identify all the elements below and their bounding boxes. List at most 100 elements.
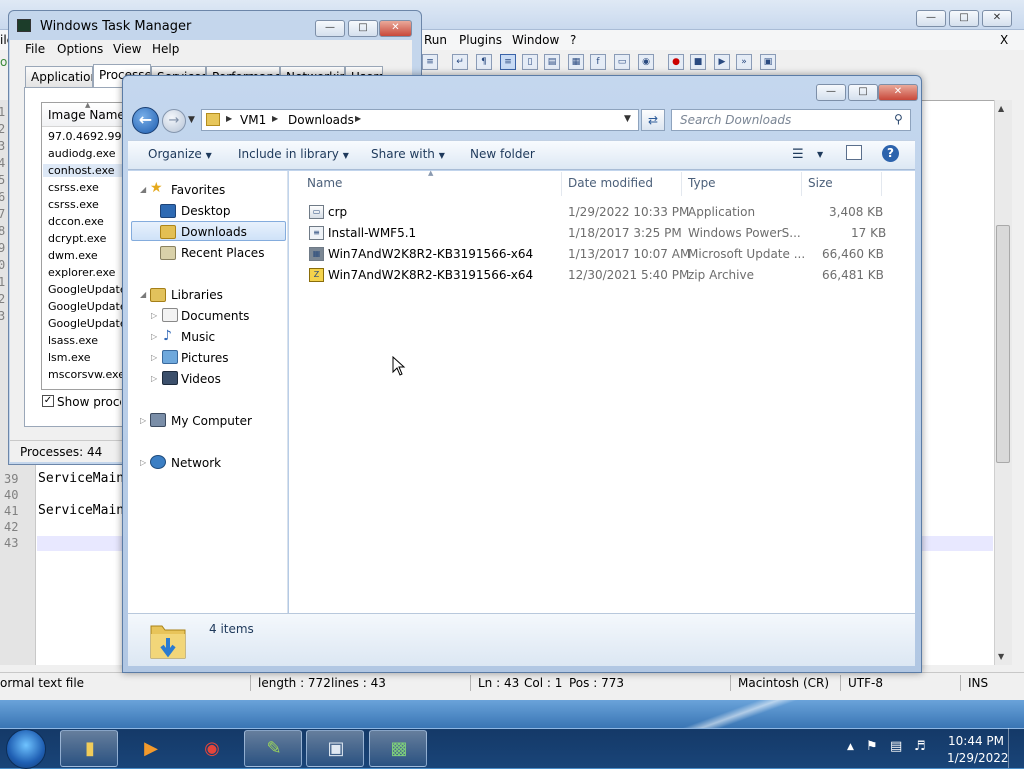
tm-menu-view[interactable]: View [113,42,141,56]
nav-videos[interactable]: Videos [181,372,221,386]
column-header-size[interactable]: Size [808,176,833,190]
process-row[interactable]: csrss.exe [48,181,99,194]
nav-pictures[interactable]: Pictures [181,351,229,365]
scroll-down-arrow-icon[interactable]: ▼ [998,652,1004,661]
file-name[interactable]: Install-WMF5.1 [328,226,416,240]
clock-date[interactable]: 1/29/2022 [947,751,1009,765]
file-name[interactable]: Win7AndW2K8R2-KB3191566-x64 [328,247,533,261]
clock-time[interactable]: 10:44 PM [948,734,1004,748]
column-header-date-modified[interactable]: Date modified [568,176,653,190]
search-box[interactable]: Search Downloads ⚲ [671,109,911,131]
taskbar-task-manager-button[interactable]: ▩ [369,730,427,767]
record-macro-icon[interactable]: ● [668,54,684,70]
show-desktop-button[interactable] [1008,728,1024,768]
process-row[interactable]: lsm.exe [48,351,91,364]
doc-map-icon[interactable]: ▤ [544,54,560,70]
expand-arrow-icon[interactable]: ▷ [140,458,146,467]
folder-icon[interactable]: ▯ [522,54,538,70]
play-multiple-icon[interactable]: » [736,54,752,70]
search-icon[interactable]: ⚲ [894,112,903,126]
tm-menu-options[interactable]: Options [57,42,103,56]
npp-menu-help[interactable]: ? [570,33,576,47]
collapse-arrow-icon[interactable]: ◢ [140,185,146,194]
tm-minimize-button[interactable]: — [315,20,345,37]
indent-guide-icon[interactable]: ≡ [500,54,516,70]
breadcrumb-downloads[interactable]: Downloads [288,113,354,127]
organize-button[interactable]: Organize ▼ [148,147,212,161]
file-name[interactable]: Win7AndW2K8R2-KB3191566-x64 [328,268,533,282]
taskbar-notepadpp-button[interactable]: ✎ [244,730,302,767]
back-arrow-icon[interactable]: ← [132,107,159,134]
ex-minimize-button[interactable]: — [816,84,846,101]
taskbar-explorer-button[interactable]: ▮ [60,730,118,767]
process-row[interactable]: dwm.exe [48,249,98,262]
play-macro-icon[interactable]: ▶ [714,54,730,70]
stop-macro-icon[interactable]: ■ [690,54,706,70]
volume-icon[interactable]: ♬ [914,739,926,754]
show-hidden-icons-icon[interactable]: ▲ [847,742,854,752]
help-icon[interactable]: ? [882,145,899,162]
expand-arrow-icon[interactable]: ▷ [151,353,157,362]
indent-icon[interactable]: ≡ [422,54,438,70]
nav-downloads[interactable]: Downloads [181,225,247,239]
npp-scroll-thumb[interactable] [996,225,1010,463]
nav-documents[interactable]: Documents [181,309,249,323]
collapse-arrow-icon[interactable]: ◢ [140,290,146,299]
doc-list-icon[interactable]: ▦ [568,54,584,70]
breadcrumb-separator-icon[interactable]: ▶ [226,114,232,123]
nav-desktop[interactable]: Desktop [181,204,231,218]
view-dropdown-icon[interactable]: ▼ [817,150,823,159]
tm-menu-help[interactable]: Help [152,42,179,56]
preview-pane-icon[interactable] [846,145,862,160]
tm-close-button[interactable]: ✕ [379,20,412,37]
action-center-icon[interactable]: ⚑ [866,739,878,754]
pilcrow-icon[interactable]: ¶ [476,54,492,70]
include-in-library-button[interactable]: Include in library ▼ [238,147,349,161]
process-row[interactable]: dcrypt.exe [48,232,106,245]
process-row[interactable]: csrss.exe [48,198,99,211]
npp-minimize-button[interactable]: — [916,10,946,27]
taskbar-chrome-button[interactable]: ◉ [182,730,240,767]
new-folder-button[interactable]: New folder [470,147,535,161]
process-row[interactable]: lsass.exe [48,334,98,347]
breadcrumb-separator-icon[interactable]: ▶ [272,114,278,123]
expand-arrow-icon[interactable]: ▷ [151,374,157,383]
refresh-icon[interactable]: ⇄ [641,109,665,131]
npp-menu-window[interactable]: Window [512,33,559,47]
nav-music[interactable]: Music [181,330,215,344]
tm-maximize-button[interactable]: □ [348,20,378,37]
nav-network[interactable]: Network [171,456,221,470]
folder-workspace-icon[interactable]: ▭ [614,54,630,70]
npp-menu-plugins[interactable]: Plugins [459,33,502,47]
ex-close-button[interactable]: ✕ [878,84,918,101]
breadcrumb-vm1[interactable]: VM1 [240,113,266,127]
nav-recent-places[interactable]: Recent Places [181,246,264,260]
process-row[interactable]: dccon.exe [48,215,104,228]
show-all-processes-checkbox[interactable]: ✓ [42,395,54,407]
function-list-icon[interactable]: f [590,54,606,70]
address-dropdown-icon[interactable]: ▼ [624,114,631,124]
expand-arrow-icon[interactable]: ▷ [151,311,157,320]
nav-libraries[interactable]: Libraries [171,288,223,302]
npp-maximize-button[interactable]: □ [949,10,979,27]
forward-arrow-icon[interactable]: → [162,109,186,133]
network-tray-icon[interactable]: ▤ [890,739,902,754]
wrap-icon[interactable]: ↵ [452,54,468,70]
npp-menu-run[interactable]: Run [424,33,447,47]
nav-favorites[interactable]: Favorites [171,183,225,197]
npp-close-button[interactable]: ✕ [982,10,1012,27]
expand-arrow-icon[interactable]: ▷ [151,332,157,341]
tm-tab-applications[interactable]: Applications [25,66,93,87]
taskbar-media-player-button[interactable]: ▶ [121,730,179,767]
start-button[interactable] [6,729,46,769]
process-row[interactable]: 97.0.4692.99... [48,130,132,143]
column-header-name[interactable]: Name [307,176,342,190]
share-with-button[interactable]: Share with ▼ [371,147,445,161]
view-options-icon[interactable]: ☰ [792,147,804,162]
recent-pages-chevron-icon[interactable]: ▼ [188,115,195,125]
monitor-icon[interactable]: ◉ [638,54,654,70]
tm-menu-file[interactable]: File [25,42,45,56]
process-row[interactable]: explorer.exe [48,266,115,279]
process-row[interactable]: mscorsvw.exe [48,368,125,381]
scroll-up-arrow-icon[interactable]: ▲ [998,104,1004,113]
